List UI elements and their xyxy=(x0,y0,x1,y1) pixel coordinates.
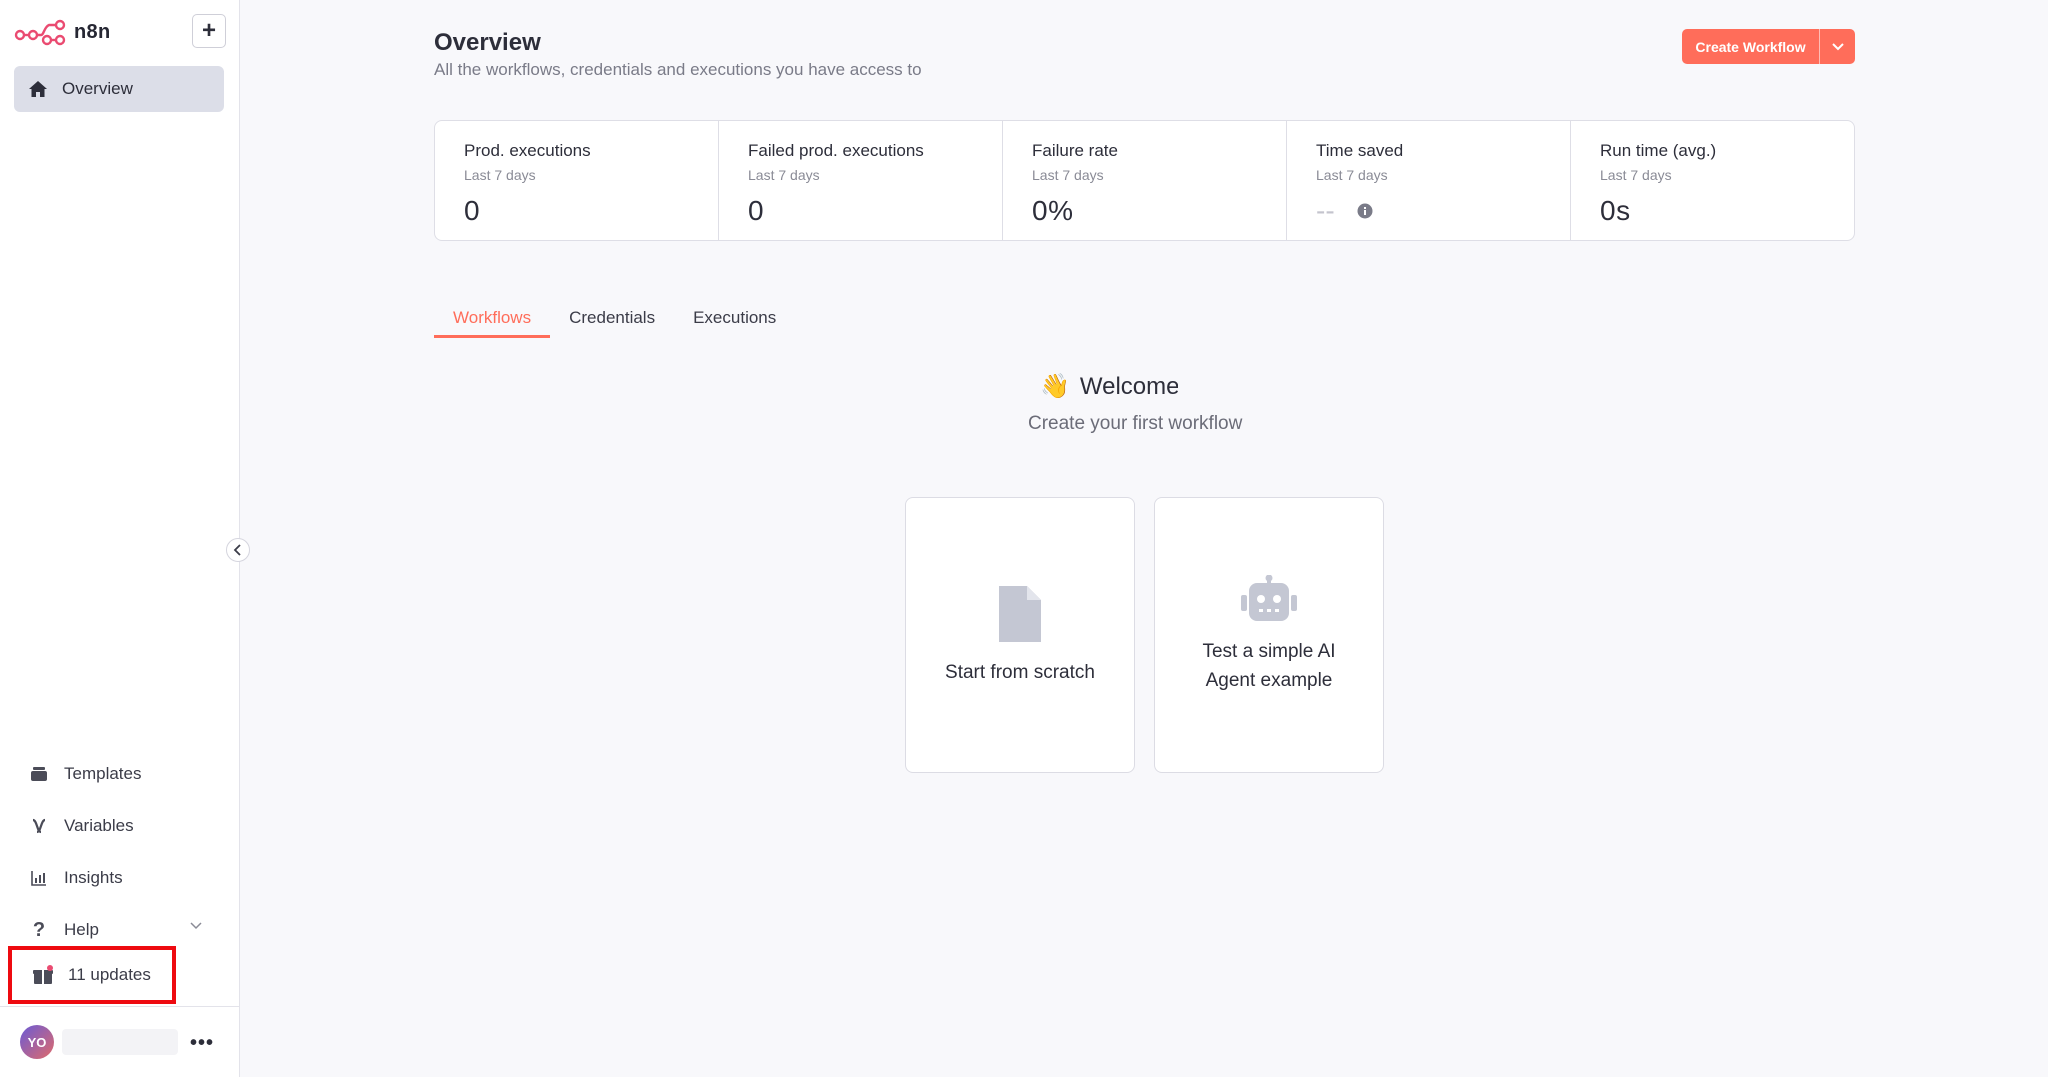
sidebar-item-label: Insights xyxy=(64,868,123,887)
create-workflow-button[interactable]: Create Workflow xyxy=(1682,29,1855,64)
stat-value: 0% xyxy=(1032,195,1074,226)
stat-title: Failed prod. executions xyxy=(748,141,924,160)
card-label: Test a simple AI Agent example xyxy=(1202,641,1336,691)
sidebar-item-overview[interactable]: Overview xyxy=(14,66,224,112)
gift-icon xyxy=(33,965,53,984)
chevron-left-icon xyxy=(233,544,241,556)
sidebar-item-insights[interactable]: Insights xyxy=(0,852,240,904)
stat-period: Last 7 days xyxy=(748,167,820,183)
plus-icon: + xyxy=(201,17,216,44)
logo-row: n8n + xyxy=(14,14,226,50)
chevron-down-icon xyxy=(190,922,202,930)
create-workflow-label[interactable]: Create Workflow xyxy=(1682,29,1819,64)
card-label: Start from scratch xyxy=(945,661,1095,683)
stat-period: Last 7 days xyxy=(464,167,536,183)
tab-credentials[interactable]: Credentials xyxy=(550,300,674,338)
help-icon: ? xyxy=(32,918,46,941)
sidebar-item-label: Variables xyxy=(64,816,134,835)
insights-icon xyxy=(28,870,50,886)
stat-value: -- xyxy=(1316,195,1335,226)
start-from-scratch-card[interactable]: Start from scratch xyxy=(905,497,1135,773)
page-subtitle: All the workflows, credentials and execu… xyxy=(434,60,922,79)
more-options-icon[interactable]: ••• xyxy=(190,1032,214,1055)
tab-workflows[interactable]: Workflows xyxy=(434,300,551,338)
stat-run-time[interactable]: Run time (avg.) Last 7 days 0s xyxy=(1571,121,1854,240)
stat-value: 0 xyxy=(464,195,481,226)
stat-period: Last 7 days xyxy=(1600,167,1672,183)
sidebar-item-label: Overview xyxy=(62,79,133,98)
welcome-subtitle: Create your first workflow xyxy=(1028,413,1243,434)
chevron-down-icon xyxy=(1831,42,1844,50)
variables-icon xyxy=(28,818,50,834)
tab-executions[interactable]: Executions xyxy=(674,300,795,338)
welcome-heading: 👋 Welcome xyxy=(1040,372,1290,401)
ai-agent-example-card[interactable]: Test a simple AI Agent example xyxy=(1154,497,1384,773)
collapse-sidebar-button[interactable] xyxy=(226,538,250,562)
info-icon[interactable] xyxy=(1357,203,1373,219)
create-options-button[interactable] xyxy=(1819,29,1855,64)
stat-prod-executions[interactable]: Prod. executions Last 7 days 0 xyxy=(435,121,719,240)
stat-period: Last 7 days xyxy=(1316,167,1388,183)
user-menu[interactable]: YO ••• xyxy=(20,1024,220,1060)
sidebar-item-label: Help xyxy=(64,920,99,939)
stat-value: 0 xyxy=(748,195,765,226)
user-name-redacted xyxy=(62,1029,178,1055)
updates-item[interactable]: 11 updates xyxy=(8,946,176,1004)
templates-icon xyxy=(28,766,50,782)
home-icon xyxy=(29,81,47,97)
sidebar: n8n + Overview Templates Variables Insig… xyxy=(0,0,250,1077)
waving-hand-icon: 👋 xyxy=(1040,373,1070,400)
avatar[interactable]: YO xyxy=(20,1025,54,1059)
stat-value-row: -- xyxy=(1316,195,1570,227)
brand-name: n8n xyxy=(74,20,111,43)
sidebar-item-label: Templates xyxy=(64,764,142,783)
stat-title: Prod. executions xyxy=(464,141,591,160)
sidebar-item-templates[interactable]: Templates xyxy=(0,748,240,800)
stat-failed-executions[interactable]: Failed prod. executions Last 7 days 0 xyxy=(719,121,1003,240)
robot-icon xyxy=(1241,575,1297,621)
bottom-nav: Templates Variables Insights ? Help xyxy=(0,748,240,956)
stat-failure-rate[interactable]: Failure rate Last 7 days 0% xyxy=(1003,121,1287,240)
add-button[interactable]: + xyxy=(192,14,226,48)
stat-period: Last 7 days xyxy=(1032,167,1104,183)
stat-title: Run time (avg.) xyxy=(1600,141,1717,160)
n8n-logo-icon[interactable] xyxy=(14,17,66,47)
insights-summary: Prod. executions Last 7 days 0 Failed pr… xyxy=(434,120,1855,241)
stat-time-saved[interactable]: Time saved Last 7 days -- xyxy=(1287,121,1571,240)
page-title: Overview xyxy=(434,29,541,56)
sidebar-item-variables[interactable]: Variables xyxy=(0,800,240,852)
stat-title: Failure rate xyxy=(1032,141,1118,160)
welcome-text: Welcome xyxy=(1079,372,1178,400)
updates-label: 11 updates xyxy=(68,965,151,984)
tab-bar: Workflows Credentials Executions xyxy=(434,300,795,338)
stat-value: 0s xyxy=(1600,195,1631,226)
stat-title: Time saved xyxy=(1316,141,1404,160)
sidebar-divider xyxy=(0,1006,240,1007)
file-icon xyxy=(999,585,1041,642)
